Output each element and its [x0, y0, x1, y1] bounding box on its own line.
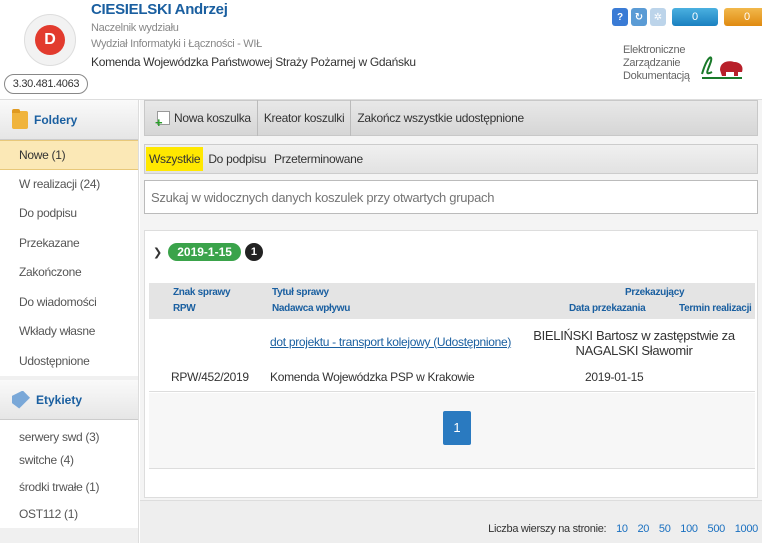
group-date-badge: 2019-1-15	[168, 243, 241, 261]
user-name[interactable]: CIESIELSKI Andrzej	[91, 1, 228, 18]
tab-do-podpisu[interactable]: Do podpisu	[205, 147, 269, 171]
rows-option-10[interactable]: 10	[616, 523, 628, 535]
rows-option-500[interactable]: 500	[708, 523, 726, 535]
sidebar-item-zakonczone[interactable]: Zakończone	[0, 258, 138, 288]
labels-title: Etykiety	[36, 392, 83, 407]
sidebar-item-przekazane[interactable]: Przekazane	[0, 229, 138, 259]
user-id-box: 3.30.481.4063	[4, 74, 88, 94]
table-header: Znak sprawy RPW Tytuł sprawy Nadawca wpł…	[149, 283, 755, 319]
sidebar-item-srodki-trwale[interactable]: środki trwałe (1)	[0, 474, 138, 501]
notifications-badge[interactable]: 0	[672, 8, 718, 26]
rows-per-page: Liczba wierszy na stronie: 10 20 50 100 …	[488, 523, 758, 535]
ezd-line-3: Dokumentacją	[623, 70, 690, 82]
rows-option-50[interactable]: 50	[659, 523, 671, 535]
power-icon: D	[35, 25, 65, 55]
main-panel: Nowa koszulka Kreator koszulki Zakończ w…	[140, 100, 762, 543]
new-document-icon	[155, 105, 170, 141]
settings-icon[interactable]: ✲	[650, 8, 666, 26]
ezd-title: Elektroniczne Zarządzanie Dokumentacją	[623, 44, 690, 83]
pagination: 1	[149, 393, 755, 469]
sidebar-item-nowe[interactable]: Nowe (1)	[0, 140, 138, 170]
labels-header[interactable]: Etykiety	[0, 380, 138, 420]
folders-title: Foldery	[34, 112, 78, 127]
rows-option-20[interactable]: 20	[637, 523, 649, 535]
rows-option-100[interactable]: 100	[680, 523, 698, 535]
footer-bar: Liczba wierszy na stronie: 10 20 50 100 …	[140, 500, 762, 543]
new-folder-button[interactable]: Nowa koszulka	[151, 100, 258, 141]
ezd-line-2: Zarządzanie	[623, 57, 681, 69]
user-role: Naczelnik wydziału	[91, 22, 179, 34]
group-count-badge: 1	[244, 243, 263, 261]
col-rpw[interactable]: RPW	[173, 303, 196, 314]
forwarder-name: BIELIŃSKI Bartosz w zastępstwie za NAGAL…	[533, 328, 735, 358]
col-znak-sprawy[interactable]: Znak sprawy	[173, 287, 231, 298]
rows-option-1000[interactable]: 1000	[735, 523, 759, 535]
tab-przeterminowane[interactable]: Przeterminowane	[271, 147, 366, 171]
help-icon[interactable]: ?	[612, 8, 628, 26]
main-toolbar: Nowa koszulka Kreator koszulki Zakończ w…	[144, 100, 758, 141]
col-data-przekazania[interactable]: Data przekazania	[569, 303, 646, 314]
header-toolbar: ? ↻ ✲ 0 0	[612, 8, 762, 26]
chevron-down-icon[interactable]: ❯	[153, 246, 162, 259]
col-przekazujacy[interactable]: Przekazujący	[625, 287, 685, 298]
col-termin-realizacji[interactable]: Termin realizacji	[679, 303, 752, 314]
sidebar-item-serwery-swd[interactable]: serwery swd (3)	[0, 420, 138, 447]
folders-header[interactable]: Foldery	[0, 100, 138, 140]
label-list: serwery swd (3) switche (4) środki trwał…	[0, 420, 138, 528]
forward-date: 2019-01-15	[585, 370, 644, 384]
sender-name: Komenda Wojewódzka PSP w Krakowie	[270, 370, 475, 384]
folder-list: Nowe (1) W realizacji (24) Do podpisu Pr…	[0, 140, 138, 376]
rows-per-page-label: Liczba wierszy na stronie:	[488, 523, 607, 535]
sidebar-item-wklady-wlasne[interactable]: Wkłady własne	[0, 317, 138, 347]
sidebar-item-switche[interactable]: switche (4)	[0, 447, 138, 474]
ezd-app-logo: D	[24, 14, 76, 66]
sidebar: Foldery Nowe (1) W realizacji (24) Do po…	[0, 100, 139, 543]
alerts-badge[interactable]: 0	[724, 8, 762, 26]
folder-icon	[12, 108, 28, 129]
col-nadawca-wplywu[interactable]: Nadawca wpływu	[272, 303, 350, 314]
rpw-number: RPW/452/2019	[171, 370, 249, 384]
folder-group-panel: ❯ 2019-1-15 1 Znak sprawy RPW Tytuł spra…	[144, 230, 758, 498]
user-organization: Komenda Wojewódzka Państwowej Straży Poż…	[91, 55, 416, 69]
tab-wszystkie[interactable]: Wszystkie	[146, 147, 204, 171]
page-button-1[interactable]: 1	[443, 411, 471, 445]
user-department: Wydział Informatyki i Łączności - WIŁ	[91, 38, 262, 50]
row-divider	[149, 391, 755, 392]
sidebar-item-do-podpisu[interactable]: Do podpisu	[0, 199, 138, 229]
end-all-shared-button[interactable]: Zakończ wszystkie udostępnione	[351, 100, 529, 136]
refresh-icon[interactable]: ↻	[631, 8, 647, 26]
bison-logo-icon	[701, 56, 743, 79]
new-folder-label: Nowa koszulka	[174, 111, 251, 125]
filter-tabs: Wszystkie Do podpisu Przeterminowane	[144, 144, 758, 174]
search-input[interactable]	[144, 180, 758, 214]
group-header[interactable]: ❯ 2019-1-15 1	[153, 243, 263, 261]
col-tytul-sprawy[interactable]: Tytuł sprawy	[272, 287, 329, 298]
app-header: D 3.30.481.4063 CIESIELSKI Andrzej Nacze…	[0, 0, 762, 100]
sidebar-item-ost112[interactable]: OST112 (1)	[0, 501, 138, 528]
sidebar-item-udostepnione[interactable]: Udostępnione	[0, 347, 138, 377]
sidebar-item-w-realizacji[interactable]: W realizacji (24)	[0, 170, 138, 200]
ezd-line-1: Elektroniczne	[623, 44, 686, 56]
tag-icon	[12, 390, 30, 409]
folder-wizard-button[interactable]: Kreator koszulki	[258, 100, 352, 136]
case-title-link[interactable]: dot projektu - transport kolejowy (Udost…	[270, 335, 511, 349]
sidebar-item-do-wiadomosci[interactable]: Do wiadomości	[0, 288, 138, 318]
